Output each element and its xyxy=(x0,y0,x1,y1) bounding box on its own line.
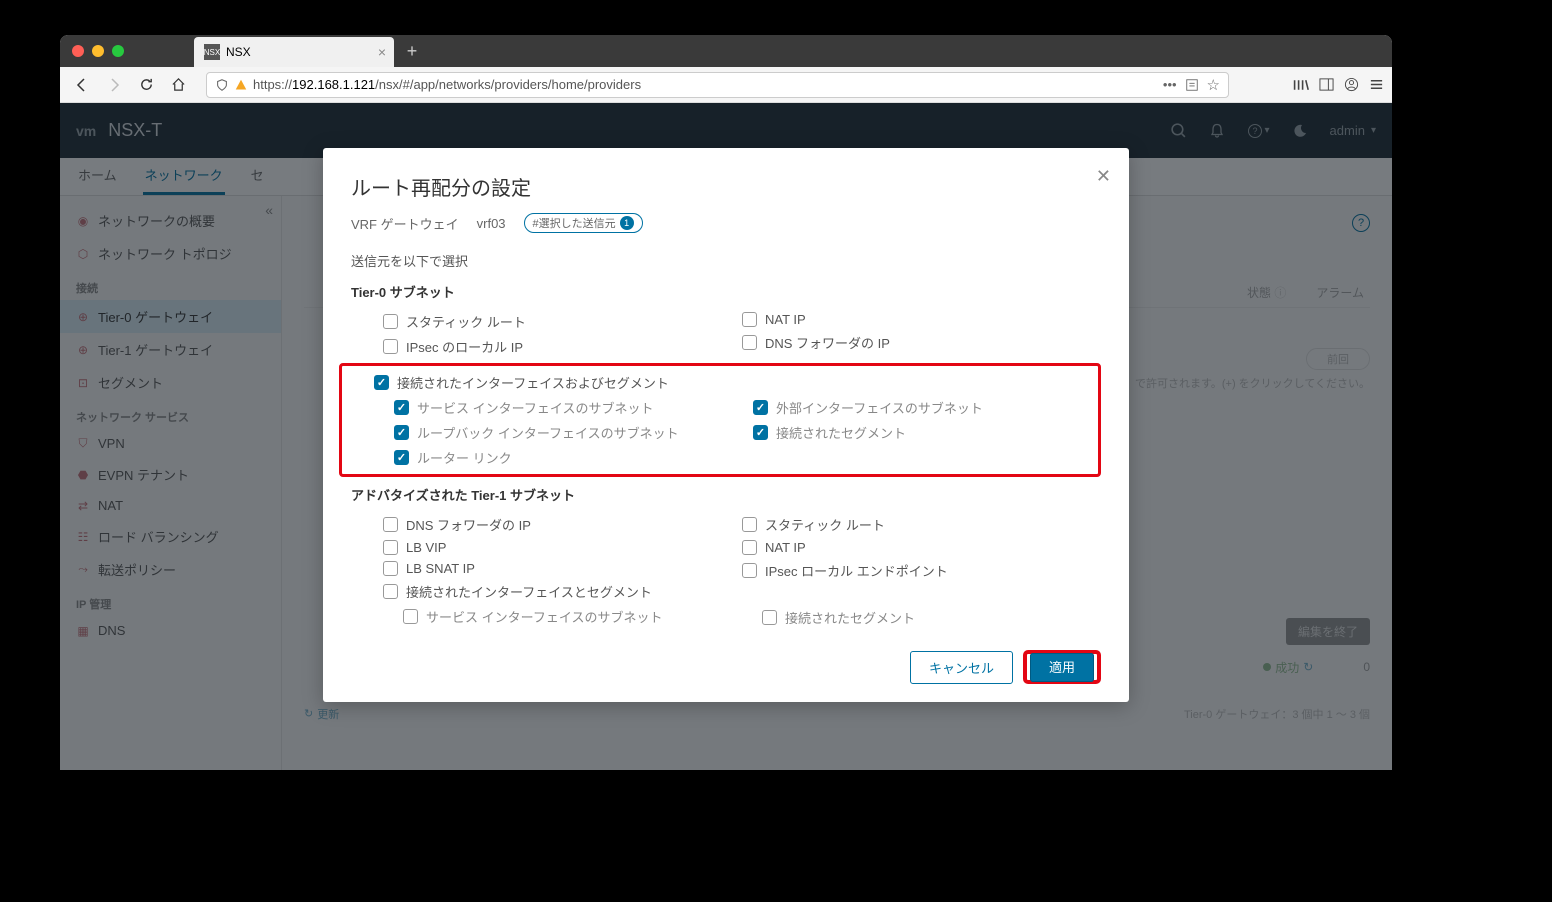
gateway-name: vrf03 xyxy=(477,216,506,231)
shield-icon xyxy=(215,78,229,92)
check-t1-lbvip[interactable]: LB VIP xyxy=(383,537,742,558)
arrow-right-icon xyxy=(106,77,122,93)
url-bar: https://192.168.1.121/nsx/#/app/networks… xyxy=(60,67,1392,103)
modal-overlay: ✕ ルート再配分の設定 VRF ゲートウェイ vrf03 #選択した送信元 1 … xyxy=(60,103,1392,770)
highlighted-section: 接続されたインターフェイスおよびセグメント サービス インターフェイスのサブネッ… xyxy=(339,363,1101,477)
check-t1-lbsnat[interactable]: LB SNAT IP xyxy=(383,558,742,579)
home-icon xyxy=(171,77,186,92)
check-t1-conn-if-seg[interactable]: 接続されたインターフェイスとセグメント xyxy=(383,579,742,604)
forward-button[interactable] xyxy=(100,71,128,99)
warning-lock-icon xyxy=(235,79,247,91)
home-button[interactable] xyxy=(164,71,192,99)
check-dns-fwd-ip[interactable]: DNS フォワーダの IP xyxy=(742,330,1101,355)
tab-close-icon[interactable]: × xyxy=(378,44,386,60)
select-desc: 送信元を以下で選択 xyxy=(351,251,1101,270)
minimize-window-icon[interactable] xyxy=(92,45,104,57)
check-svc-if-subnet[interactable]: サービス インターフェイスのサブネット xyxy=(374,395,733,420)
url-field[interactable]: https://192.168.1.121/nsx/#/app/networks… xyxy=(206,72,1229,98)
check-connected-if-seg[interactable]: 接続されたインターフェイスおよびセグメント xyxy=(374,370,1092,395)
check-t1-nat[interactable]: NAT IP xyxy=(742,537,1101,558)
apply-button[interactable]: 適用 xyxy=(1030,653,1094,682)
reader-icon[interactable] xyxy=(1185,78,1199,92)
badge-count: 1 xyxy=(620,216,634,230)
gateway-label: VRF ゲートウェイ xyxy=(351,214,459,233)
reload-icon xyxy=(139,77,154,92)
url-text: https://192.168.1.121/nsx/#/app/networks… xyxy=(253,77,1157,92)
tab-title: NSX xyxy=(226,45,251,59)
app-content: vm NSX-T ? ▾ admin ▾ xyxy=(60,103,1392,770)
apply-highlight: 適用 xyxy=(1023,650,1101,684)
menu-icon[interactable] xyxy=(1369,77,1384,92)
account-icon[interactable] xyxy=(1344,77,1359,92)
tab-strip: NSX NSX × + xyxy=(194,35,426,67)
close-window-icon[interactable] xyxy=(72,45,84,57)
tier1-heading: アドバタイズされた Tier-1 サブネット xyxy=(351,485,1101,504)
browser-window: NSX NSX × + https://192.168.1.121/nsx/#/… xyxy=(60,35,1392,770)
check-t1-svc-if[interactable]: サービス インターフェイスのサブネット xyxy=(383,604,742,629)
more-icon[interactable]: ••• xyxy=(1163,77,1177,92)
url-actions: ••• ☆ xyxy=(1163,76,1220,94)
check-nat-ip[interactable]: NAT IP xyxy=(742,309,1101,330)
modal-close-button[interactable]: ✕ xyxy=(1096,166,1111,187)
check-ipsec-local[interactable]: IPsec のローカル IP xyxy=(383,334,742,359)
toolbar-right xyxy=(1293,77,1384,92)
sidebar-toggle-icon[interactable] xyxy=(1319,77,1334,92)
reload-button[interactable] xyxy=(132,71,160,99)
tier0-heading: Tier-0 サブネット xyxy=(351,282,1101,301)
check-static-route[interactable]: スタティック ルート xyxy=(383,309,742,334)
library-icon[interactable] xyxy=(1293,78,1309,92)
modal-footer: キャンセル 適用 xyxy=(351,650,1101,684)
check-loopback-subnet[interactable]: ループバック インターフェイスのサブネット xyxy=(374,420,733,445)
check-t1-dns[interactable]: DNS フォワーダの IP xyxy=(383,512,742,537)
check-t1-conn-seg[interactable]: 接続されたセグメント xyxy=(742,605,1101,630)
check-router-link[interactable]: ルーター リンク xyxy=(374,445,733,470)
bookmark-icon[interactable]: ☆ xyxy=(1207,76,1220,94)
check-ext-if-subnet[interactable]: 外部インターフェイスのサブネット xyxy=(733,395,1092,420)
modal-title: ルート再配分の設定 xyxy=(351,172,1101,201)
modal-subtitle: VRF ゲートウェイ vrf03 #選択した送信元 1 xyxy=(351,213,1101,233)
tab-favicon-icon: NSX xyxy=(204,44,220,60)
new-tab-button[interactable]: + xyxy=(398,37,426,65)
check-t1-static[interactable]: スタティック ルート xyxy=(742,512,1101,537)
check-t1-ipsec[interactable]: IPsec ローカル エンドポイント xyxy=(742,558,1101,583)
browser-tab[interactable]: NSX NSX × xyxy=(194,37,394,67)
titlebar: NSX NSX × + xyxy=(60,35,1392,67)
arrow-left-icon xyxy=(74,77,90,93)
route-redistribution-modal: ✕ ルート再配分の設定 VRF ゲートウェイ vrf03 #選択した送信元 1 … xyxy=(323,148,1129,702)
cancel-button[interactable]: キャンセル xyxy=(910,651,1013,684)
selected-sources-badge: #選択した送信元 1 xyxy=(524,213,643,233)
maximize-window-icon[interactable] xyxy=(112,45,124,57)
check-connected-seg[interactable]: 接続されたセグメント xyxy=(733,420,1092,445)
back-button[interactable] xyxy=(68,71,96,99)
window-controls xyxy=(72,45,124,57)
